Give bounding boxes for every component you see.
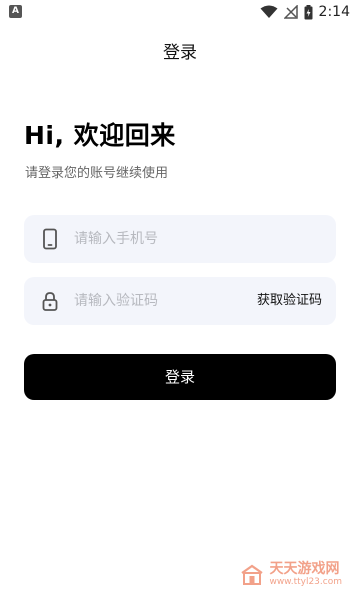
watermark: 天天游戏网 www.ttyl23.com	[239, 562, 342, 587]
page-title: 登录	[163, 43, 197, 63]
status-icons: 2:14	[260, 3, 350, 21]
greeting-title: Hi, 欢迎回来	[24, 121, 176, 150]
watermark-logo	[241, 564, 264, 585]
greeting-subtitle: 请登录您的账号继续使用	[25, 166, 169, 181]
battery-charging-icon	[304, 4, 313, 19]
wifi-icon	[260, 5, 278, 18]
verification-code-input[interactable]	[74, 277, 254, 325]
status-time: 2:14	[318, 4, 350, 20]
get-code-button[interactable]: 获取验证码	[257, 277, 322, 325]
phone-field[interactable]	[24, 215, 336, 263]
watermark-text: 天天游戏网	[269, 561, 340, 577]
lock-icon	[42, 292, 58, 311]
login-button[interactable]: 登录	[24, 354, 336, 400]
phone-input[interactable]	[74, 215, 254, 263]
phone-icon	[43, 228, 57, 250]
status-bar: A 2:14	[0, 0, 360, 24]
no-signal-icon	[283, 5, 298, 19]
watermark-url: www.ttyl23.com	[269, 577, 342, 587]
verification-code-field[interactable]: 获取验证码	[24, 277, 336, 325]
notification-icon: A	[9, 5, 22, 18]
